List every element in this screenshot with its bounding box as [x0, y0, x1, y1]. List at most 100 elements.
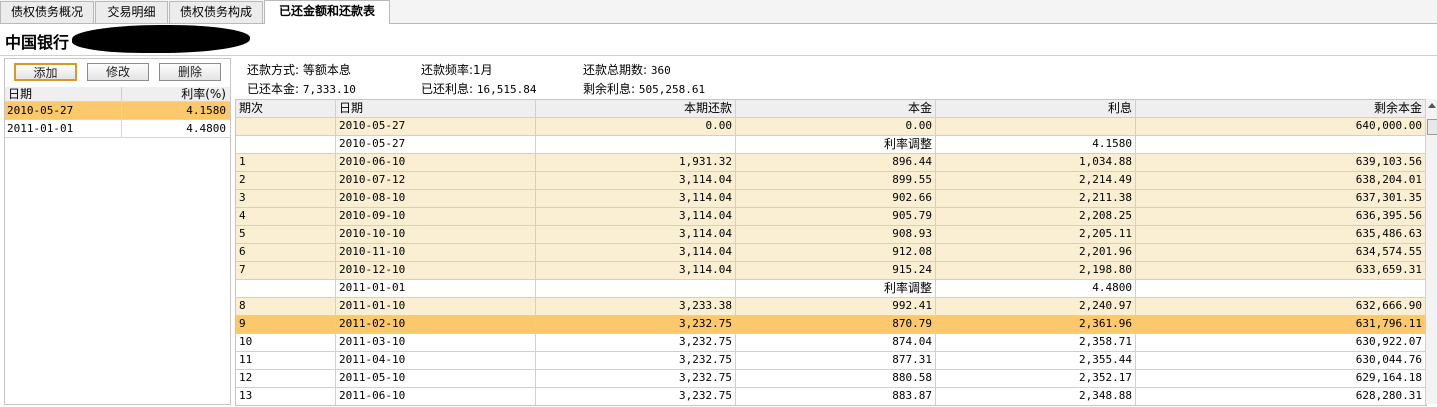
delete-button[interactable]: 删除: [159, 63, 221, 81]
cell-interest: 2,352.17: [936, 370, 1136, 387]
cell-principal: 880.58: [736, 370, 936, 387]
cell-interest: 2,240.97: [936, 298, 1136, 315]
redacted-account: [72, 25, 250, 53]
cell-period: [236, 136, 336, 153]
cell-period: 6: [236, 244, 336, 261]
schedule-row[interactable]: 2 2010-07-12 3,114.04 899.55 2,214.49 638,204…: [236, 172, 1426, 190]
schedule-row[interactable]: 4 2010-09-10 3,114.04 905.79 2,208.25 636,395…: [236, 208, 1426, 226]
cell-remaining: 633,659.31: [1136, 262, 1426, 279]
cell-principal: 877.31: [736, 352, 936, 369]
cell-payment: 3,114.04: [536, 262, 736, 279]
cell-principal: 915.24: [736, 262, 936, 279]
cell-principal: 利率调整: [736, 136, 936, 153]
schedule-row[interactable]: 7 2010-12-10 3,114.04 915.24 2,198.80 633,659…: [236, 262, 1426, 280]
cell-date: 2010-08-10: [336, 190, 536, 207]
cell-interest: 2,201.96: [936, 244, 1136, 261]
cell-date: 2010-05-27: [336, 118, 536, 135]
schedule-row[interactable]: 1 2010-06-10 1,931.32 896.44 1,034.88 639,103…: [236, 154, 1426, 172]
schedule-row[interactable]: 8 2011-01-10 3,233.38 992.41 2,240.97 632,666…: [236, 298, 1426, 316]
cell-principal: 912.08: [736, 244, 936, 261]
header-period: 期次: [236, 100, 336, 117]
schedule-row[interactable]: 6 2010-11-10 3,114.04 912.08 2,201.96 634,574…: [236, 244, 1426, 262]
cell-period: 7: [236, 262, 336, 279]
remaining-interest: 剩余利息: 505,258.61: [583, 82, 706, 96]
schedule-row[interactable]: 2010-05-27 利率调整 4.1580: [236, 136, 1426, 154]
cell-interest: [936, 118, 1136, 135]
cell-principal: 896.44: [736, 154, 936, 171]
cell-period: [236, 280, 336, 297]
header-principal: 本金: [736, 100, 936, 117]
repayment-method: 还款方式: 等额本息: [247, 63, 351, 77]
cell-principal: 870.79: [736, 316, 936, 333]
cell-interest: 4.4800: [936, 280, 1136, 297]
cell-remaining: 630,044.76: [1136, 352, 1426, 369]
cell-date: 2010-09-10: [336, 208, 536, 225]
schedule-row[interactable]: 10 2011-03-10 3,232.75 874.04 2,358.71 630,92…: [236, 334, 1426, 352]
cell-period: 1: [236, 154, 336, 171]
cell-remaining: 630,922.07: [1136, 334, 1426, 351]
cell-remaining: [1136, 280, 1426, 297]
cell-remaining: 635,486.63: [1136, 226, 1426, 243]
vertical-scrollbar[interactable]: [1425, 99, 1437, 404]
header-divider: [0, 55, 1437, 56]
cell-remaining: 628,280.31: [1136, 388, 1426, 405]
rate-date: 2011-01-01: [7, 122, 74, 135]
tab-repayment-schedule[interactable]: 已还金额和还款表: [264, 0, 390, 24]
rate-row[interactable]: 2011-01-01 4.4800: [5, 120, 230, 138]
schedule-row[interactable]: 9 2011-02-10 3,232.75 870.79 2,361.96 631,796…: [236, 316, 1426, 334]
cell-remaining: 634,574.55: [1136, 244, 1426, 261]
tab-debt-composition[interactable]: 债权债务构成: [169, 1, 263, 23]
cell-principal: 992.41: [736, 298, 936, 315]
rate-value: 4.1580: [186, 104, 226, 117]
cell-period: 11: [236, 352, 336, 369]
schedule-row[interactable]: 2011-01-01 利率调整 4.4800: [236, 280, 1426, 298]
bank-name: 中国银行: [5, 33, 70, 52]
cell-date: 2011-02-10: [336, 316, 536, 333]
cell-payment: 3,114.04: [536, 244, 736, 261]
cell-principal: 905.79: [736, 208, 936, 225]
schedule-row[interactable]: 5 2010-10-10 3,114.04 908.93 2,205.11 635,486…: [236, 226, 1426, 244]
edit-button[interactable]: 修改: [87, 63, 149, 81]
cell-interest: 2,208.25: [936, 208, 1136, 225]
cell-payment: 3,114.04: [536, 226, 736, 243]
cell-principal: 899.55: [736, 172, 936, 189]
cell-date: 2011-04-10: [336, 352, 536, 369]
rate-value: 4.4800: [186, 122, 226, 135]
schedule-row[interactable]: 12 2011-05-10 3,232.75 880.58 2,352.17 629,16…: [236, 370, 1426, 388]
rate-date: 2010-05-27: [7, 104, 74, 117]
cell-payment: 3,232.75: [536, 316, 736, 333]
cell-date: 2011-03-10: [336, 334, 536, 351]
schedule-header: 期次 日期 本期还款 本金 利息 剩余本金: [236, 100, 1426, 118]
cell-period: 13: [236, 388, 336, 405]
rate-row[interactable]: 2010-05-27 4.1580: [5, 102, 230, 120]
schedule-row[interactable]: 2010-05-27 0.00 0.00 640,000.00: [236, 118, 1426, 136]
scroll-thumb[interactable]: [1427, 119, 1437, 135]
schedule-row[interactable]: 3 2010-08-10 3,114.04 902.66 2,211.38 637,301…: [236, 190, 1426, 208]
cell-date: 2010-10-10: [336, 226, 536, 243]
header-payment: 本期还款: [536, 100, 736, 117]
cell-remaining: [1136, 136, 1426, 153]
cell-period: 4: [236, 208, 336, 225]
cell-payment: [536, 136, 736, 153]
tab-debt-overview[interactable]: 债权债务概况: [0, 1, 94, 23]
cell-date: 2011-06-10: [336, 388, 536, 405]
cell-remaining: 629,164.18: [1136, 370, 1426, 387]
cell-date: 2010-11-10: [336, 244, 536, 261]
rate-header-date: 日期: [8, 87, 33, 101]
add-button[interactable]: 添加: [14, 63, 77, 81]
schedule-row[interactable]: 13 2011-06-10 3,232.75 883.87 2,348.88 628,28…: [236, 388, 1426, 405]
rate-header-rate: 利率(%): [181, 87, 226, 101]
cell-payment: [536, 280, 736, 297]
cell-payment: 3,232.75: [536, 370, 736, 387]
header-remaining: 剩余本金: [1136, 100, 1426, 117]
cell-interest: 2,198.80: [936, 262, 1136, 279]
rate-panel: 添加 修改 删除 日期 利率(%) 2010-05-27 4.1580 2011…: [4, 58, 231, 405]
cell-date: 2011-01-10: [336, 298, 536, 315]
cell-payment: 0.00: [536, 118, 736, 135]
cell-payment: 3,114.04: [536, 172, 736, 189]
tab-transaction-details[interactable]: 交易明细: [95, 1, 168, 23]
scroll-up-icon[interactable]: [1428, 103, 1436, 108]
cell-principal: 883.87: [736, 388, 936, 405]
cell-principal: 0.00: [736, 118, 936, 135]
schedule-row[interactable]: 11 2011-04-10 3,232.75 877.31 2,355.44 630,04…: [236, 352, 1426, 370]
